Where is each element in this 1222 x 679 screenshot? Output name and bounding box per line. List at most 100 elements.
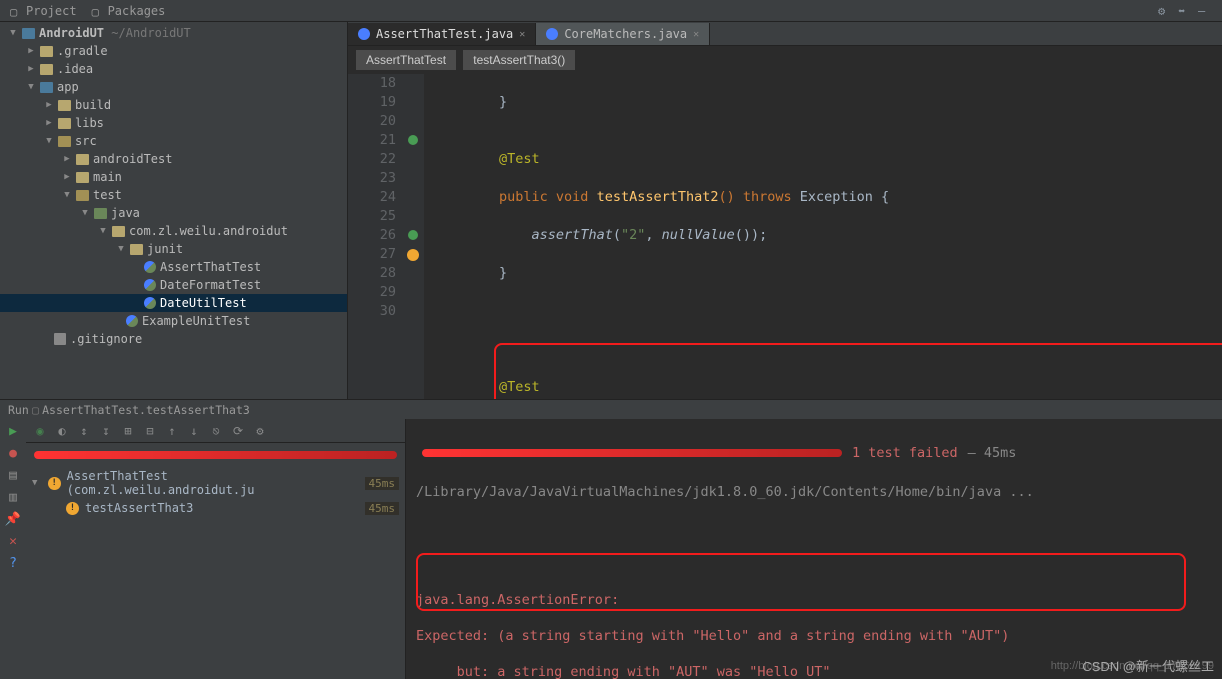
stop-icon[interactable]: ● [5, 445, 21, 461]
next-icon[interactable]: ↓ [186, 423, 202, 439]
filter-icon[interactable]: ◐ [54, 423, 70, 439]
tree-item[interactable]: ▶ build [0, 96, 347, 114]
hide-icon[interactable]: — [1198, 4, 1212, 18]
line-gutter: 18 19 20 21 22 23 24 25 26 27 28 29 30 [348, 74, 402, 399]
run-panel: ▶ ● ▤ ▥ 📌 ✕ ? ◉ ◐ ↕ ↧ ⊞ ⊟ ↑ ↓ ⎋ ⟳ ⚙ ▼ ! … [0, 419, 1222, 679]
status-text: 1 test failed [852, 444, 958, 462]
console-status: 1 test failed – 45ms [416, 441, 1212, 465]
chevron-right-icon[interactable]: ▶ [26, 46, 36, 56]
folder-icon [40, 64, 53, 75]
tree-item[interactable]: ▶main [0, 168, 347, 186]
tree-item[interactable]: ▶androidTest [0, 150, 347, 168]
project-tab[interactable]: ▢ Project [10, 4, 77, 18]
tree-item[interactable]: AssertThatTest [0, 258, 347, 276]
chevron-right-icon[interactable]: ▶ [44, 118, 54, 128]
breadcrumb-method[interactable]: testAssertThat3() [463, 50, 575, 70]
toggle-icon[interactable]: ◉ [32, 423, 48, 439]
tree-item[interactable]: ▶libs [0, 114, 347, 132]
layout-icon[interactable]: ▤ [5, 467, 21, 483]
tree-item-selected[interactable]: DateUtilTest [0, 294, 347, 312]
close-icon[interactable]: ✕ [693, 29, 699, 40]
tree-item[interactable]: ▼ test [0, 186, 347, 204]
run-gutter-icon[interactable] [408, 135, 418, 145]
panel-actions: ⚙ ⬌ — [1158, 4, 1212, 18]
chevron-right-icon[interactable]: ▶ [62, 154, 72, 164]
tree-label: .idea [57, 62, 93, 76]
close-icon[interactable]: ✕ [5, 533, 21, 549]
gear-icon[interactable]: ⚙ [252, 423, 268, 439]
tab-assertthat[interactable]: AssertThatTest.java✕ [348, 23, 536, 45]
chevron-down-icon[interactable]: ▼ [32, 478, 42, 488]
export-icon[interactable]: ⎋ [208, 423, 224, 439]
tree-item[interactable]: DateFormatTest [0, 276, 347, 294]
chevron-down-icon[interactable]: ▼ [80, 208, 90, 218]
rerun-icon[interactable]: ▶ [5, 423, 21, 439]
help-icon[interactable]: ? [5, 555, 21, 571]
folder-icon [58, 136, 71, 147]
tree-item[interactable]: ▼src [0, 132, 347, 150]
tree-item[interactable]: ▼app [0, 78, 347, 96]
code-editor[interactable]: 18 19 20 21 22 23 24 25 26 27 28 29 30 } [348, 74, 1222, 399]
test-child-row[interactable]: ! testAssertThat3 45ms [26, 499, 405, 517]
chevron-right-icon[interactable]: ▶ [44, 100, 54, 110]
project-tree[interactable]: ▼ AndroidUT ~/AndroidUT ▶.gradle ▶.idea … [0, 22, 347, 399]
chevron-right-icon[interactable]: ▶ [62, 172, 72, 182]
folder-icon [40, 46, 53, 57]
line-num: 27 [354, 245, 396, 264]
tree-label: test [93, 188, 122, 202]
chevron-down-icon[interactable]: ▼ [98, 226, 108, 236]
intention-bulb-icon[interactable] [407, 249, 419, 261]
java-icon [358, 28, 370, 40]
tree-root[interactable]: ▼ AndroidUT ~/AndroidUT [0, 24, 347, 42]
fail-icon: ! [66, 502, 79, 515]
prev-icon[interactable]: ↑ [164, 423, 180, 439]
test-time: 45ms [365, 477, 400, 490]
test-class-icon [126, 315, 138, 327]
close-icon[interactable]: ✕ [519, 29, 525, 40]
tree-item[interactable]: ExampleUnitTest [0, 312, 347, 330]
tab-label: CoreMatchers.java [564, 27, 687, 41]
packages-tab[interactable]: ▢ Packages [92, 4, 166, 18]
tree-item[interactable]: .gitignore [0, 330, 347, 348]
history-icon[interactable]: ⟳ [230, 423, 246, 439]
csdn-watermark: CSDN @新一代螺丝工 [1082, 656, 1214, 675]
tree-item[interactable]: ▶ .idea [0, 60, 347, 78]
tree-item[interactable]: ▼ com.zl.weilu.androidut [0, 222, 347, 240]
run-gutter-icon[interactable] [408, 230, 418, 240]
chevron-down-icon[interactable]: ▼ [62, 190, 72, 200]
folder-icon [76, 154, 89, 165]
line-num: 22 [354, 150, 396, 169]
sort-icon[interactable]: ↕ [76, 423, 92, 439]
tree-item[interactable]: ▶.gradle [0, 42, 347, 60]
package-icon [130, 244, 143, 255]
collapse-icon[interactable]: ⊟ [142, 423, 158, 439]
test-src-icon [94, 208, 107, 219]
chevron-down-icon[interactable]: ▼ [8, 28, 18, 38]
test-root-row[interactable]: ▼ ! AssertThatTest (com.zl.weilu.android… [26, 467, 405, 499]
test-root-label: AssertThatTest (com.zl.weilu.androidut.j… [67, 469, 359, 497]
pin-icon[interactable]: 📌 [5, 511, 21, 527]
expand-icon[interactable]: ⊞ [120, 423, 136, 439]
line-num: 29 [354, 283, 396, 302]
test-class-icon [144, 279, 156, 291]
chevron-down-icon[interactable]: ▼ [44, 136, 54, 146]
tree-item[interactable]: ▼java [0, 204, 347, 222]
run-tool-header: Run ▢ AssertThatTest.testAssertThat3 [0, 399, 1222, 419]
settings-icon[interactable]: ⚙ [1158, 4, 1172, 18]
code-content[interactable]: } @Test public void testAssertThat2() th… [424, 74, 1222, 399]
tree-item[interactable]: ▼junit [0, 240, 347, 258]
tab-corematchers[interactable]: CoreMatchers.java ✕ [536, 23, 710, 45]
chevron-down-icon[interactable]: ▼ [116, 244, 126, 254]
tree-label: build [75, 98, 111, 112]
sort-icon[interactable]: ↧ [98, 423, 114, 439]
test-time: 45ms [365, 502, 400, 515]
status-time: – 45ms [968, 444, 1017, 462]
collapse-icon[interactable]: ⬌ [1178, 4, 1192, 18]
tree-label: com.zl.weilu.androidut [129, 224, 288, 238]
chevron-down-icon[interactable]: ▼ [26, 82, 36, 92]
breadcrumb-class[interactable]: AssertThatTest [356, 50, 456, 70]
chevron-right-icon[interactable]: ▶ [26, 64, 36, 74]
module-icon [40, 82, 53, 93]
console-output[interactable]: 1 test failed – 45ms /Library/Java/JavaV… [406, 419, 1222, 679]
layout-icon[interactable]: ▥ [5, 489, 21, 505]
